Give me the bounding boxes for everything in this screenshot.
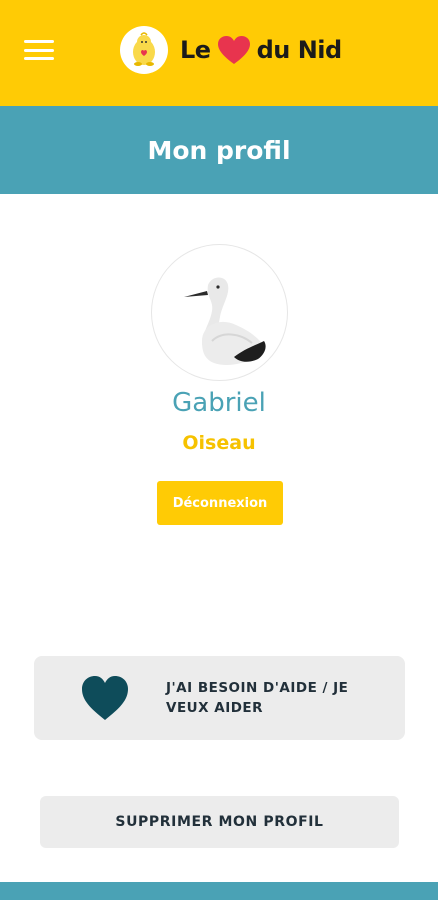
delete-profile-button[interactable]: SUPPRIMER MON PROFIL	[40, 796, 399, 848]
help-card-button[interactable]: J'AI BESOIN D'AIDE / JE VEUX AIDER	[34, 656, 405, 740]
app-header: Le du Nid	[0, 0, 438, 106]
hamburger-menu-button[interactable]	[22, 36, 56, 64]
logout-button[interactable]: Déconnexion	[157, 481, 283, 525]
bottom-bar	[0, 882, 438, 900]
profile-role: Oiseau	[182, 432, 256, 454]
stork-icon	[184, 277, 266, 366]
logo-word-le: Le	[180, 36, 211, 64]
bird-mascot-icon	[120, 26, 168, 74]
heart-icon	[217, 35, 251, 65]
page-title: Mon profil	[147, 135, 291, 165]
heart-icon	[82, 676, 128, 720]
logo-wordmark: Le du Nid	[180, 35, 342, 65]
profile-name: Gabriel	[172, 388, 266, 418]
hamburger-icon-line	[24, 48, 54, 52]
profile-avatar	[151, 244, 288, 381]
hamburger-icon-line	[24, 57, 54, 60]
help-card-label: J'AI BESOIN D'AIDE / JE VEUX AIDER	[166, 680, 349, 716]
logo-word-du-nid: du Nid	[256, 36, 343, 64]
hamburger-icon-line	[24, 40, 54, 43]
page-title-bar: Mon profil	[0, 106, 438, 194]
app-logo[interactable]: Le du Nid	[120, 24, 342, 76]
